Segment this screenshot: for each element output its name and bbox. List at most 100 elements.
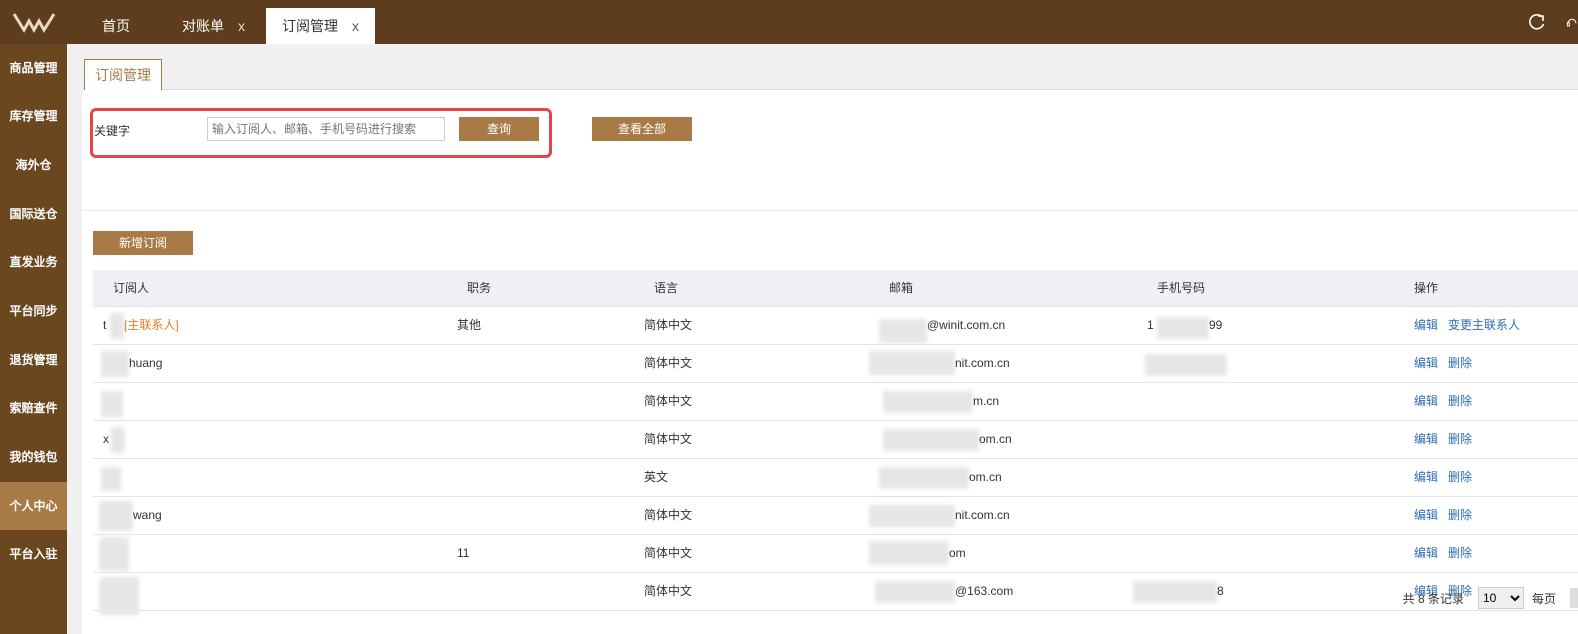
language: 简体中文 <box>644 546 693 560</box>
delete-link[interactable]: 删除 <box>1448 497 1472 534</box>
edit-link[interactable]: 编辑 <box>1414 459 1438 496</box>
table-header: 订阅人 职务 语言 邮箱 手机号码 操作 <box>93 270 1578 307</box>
sidebar-item-international-delivery[interactable]: 国际送仓 <box>0 190 67 238</box>
table-row: 简体中文 @163.com 8 编辑 删除 <box>93 573 1578 615</box>
sidebar-item-product-management[interactable]: 商品管理 <box>0 44 67 92</box>
language: 英文 <box>644 470 669 484</box>
tab-subscription-management[interactable]: 订阅管理 x <box>266 8 375 44</box>
subscriber-name: x <box>103 432 109 446</box>
main-contact-tag: [主联系人] <box>124 318 179 332</box>
column-header: 手机号码 <box>1157 281 1206 295</box>
edit-link[interactable]: 编辑 <box>1414 421 1438 458</box>
email: nit.com.cn <box>955 508 1010 522</box>
subscriber-name: wang <box>133 508 162 522</box>
column-header: 订阅人 <box>113 281 150 295</box>
delete-link[interactable]: 删除 <box>1448 459 1472 496</box>
table-row: wang 简体中文 nit.com.cn 编辑 删除 <box>93 497 1578 535</box>
redaction <box>110 313 124 339</box>
tab-label: 对账单 <box>182 18 224 34</box>
redaction <box>1145 354 1227 376</box>
delete-link[interactable]: 删除 <box>1448 421 1472 458</box>
pager-nav-button[interactable] <box>1570 588 1578 608</box>
language: 简体中文 <box>644 508 693 522</box>
tab-label: 首页 <box>102 18 130 34</box>
column-header: 操作 <box>1414 281 1439 295</box>
sidebar-item-returns-management[interactable]: 退货管理 <box>0 336 67 384</box>
redaction <box>869 505 955 527</box>
email: om.cn <box>979 432 1012 446</box>
sidebar-item-platform-sync[interactable]: 平台同步 <box>0 287 67 335</box>
language: 简体中文 <box>644 584 693 598</box>
language: 简体中文 <box>644 432 693 446</box>
tab-label: 订阅管理 <box>282 18 338 34</box>
language: 简体中文 <box>644 356 693 370</box>
subscriber-name: t <box>103 318 107 332</box>
redaction <box>879 467 969 489</box>
redaction <box>869 351 955 375</box>
edit-link[interactable]: 编辑 <box>1414 383 1438 420</box>
top-bar: 首页 对账单 x 订阅管理 x <box>0 0 1578 44</box>
subscriber-name: huang <box>129 356 163 370</box>
page-size-select[interactable]: 10 <box>1477 587 1524 609</box>
add-subscription-button[interactable]: 新增订阅 <box>93 231 193 255</box>
tab-home[interactable]: 首页 <box>86 8 146 44</box>
redaction <box>1133 581 1217 603</box>
table-row: 11 简体中文 om 编辑 删除 <box>93 535 1578 573</box>
column-header: 职务 <box>467 281 492 295</box>
view-all-button[interactable]: 查看全部 <box>592 117 692 141</box>
logo-icon <box>12 13 55 33</box>
delete-link[interactable]: 删除 <box>1448 383 1472 420</box>
refresh-icon[interactable] <box>1526 11 1548 33</box>
sidebar-item-platform-onboarding[interactable]: 平台入驻 <box>0 530 67 578</box>
content-panel: 关键字 查询 查看全部 新增订阅 订阅人 职务 语言 邮箱 手机号码 操作 t … <box>82 90 1578 634</box>
redaction <box>1157 317 1209 339</box>
delete-link[interactable]: 删除 <box>1448 535 1472 572</box>
keyword-label: 关键字 <box>94 124 131 138</box>
email: om.cn <box>969 470 1002 484</box>
sidebar-item-inventory-management[interactable]: 库存管理 <box>0 92 67 140</box>
column-header: 语言 <box>654 281 679 295</box>
email: nit.com.cn <box>955 356 1010 370</box>
close-icon[interactable]: x <box>238 18 245 34</box>
total-records: 共 8 条记录 <box>1402 591 1464 606</box>
position: 其他 <box>457 318 482 332</box>
edit-link[interactable]: 编辑 <box>1414 497 1438 534</box>
delete-link[interactable]: 删除 <box>1448 345 1472 382</box>
logo[interactable] <box>0 0 67 44</box>
pagination: 共 8 条记录 10 每页 <box>1403 586 1578 610</box>
redaction <box>875 581 955 603</box>
redaction <box>99 537 129 571</box>
position: 11 <box>457 546 470 560</box>
page-tab-subscription[interactable]: 订阅管理 <box>84 59 162 90</box>
redaction <box>111 427 125 453</box>
phone-tail: 8 <box>1217 584 1224 598</box>
sidebar: 商品管理 库存管理 海外仓 国际送仓 直发业务 平台同步 退货管理 索赔查件 我… <box>0 44 67 634</box>
sidebar-item-claims-tracking[interactable]: 索赔查件 <box>0 384 67 432</box>
sidebar-item-my-wallet[interactable]: 我的钱包 <box>0 433 67 481</box>
search-input[interactable] <box>207 117 445 141</box>
tab-statement[interactable]: 对账单 x <box>166 8 261 44</box>
change-main-contact-link[interactable]: 变更主联系人 <box>1448 307 1520 344</box>
redaction <box>99 577 139 615</box>
table-row: t [主联系人] 其他 简体中文 @winit.com.cn 1 99 编辑 变… <box>93 307 1578 345</box>
redaction <box>869 541 949 565</box>
edit-link[interactable]: 编辑 <box>1414 307 1438 344</box>
column-header: 邮箱 <box>889 281 914 295</box>
per-page-label: 每页 <box>1531 591 1556 606</box>
redaction <box>101 351 129 377</box>
sidebar-item-personal-center[interactable]: 个人中心 <box>0 482 67 530</box>
query-button[interactable]: 查询 <box>459 117 539 141</box>
edit-link[interactable]: 编辑 <box>1414 535 1438 572</box>
table-row: x 简体中文 om.cn 编辑 删除 <box>93 421 1578 459</box>
page-tab-bar: 订阅管理 <box>82 44 1578 90</box>
redaction <box>101 391 123 417</box>
divider <box>82 210 1578 211</box>
edit-link[interactable]: 编辑 <box>1414 345 1438 382</box>
sidebar-item-direct-shipping[interactable]: 直发业务 <box>0 238 67 286</box>
table-row: 英文 om.cn 编辑 删除 <box>93 459 1578 497</box>
headset-icon[interactable] <box>1566 11 1578 33</box>
sidebar-item-overseas-warehouse[interactable]: 海外仓 <box>0 141 67 189</box>
table-row: 简体中文 m.cn 编辑 删除 <box>93 383 1578 421</box>
language: 简体中文 <box>644 394 693 408</box>
close-icon[interactable]: x <box>352 18 359 34</box>
